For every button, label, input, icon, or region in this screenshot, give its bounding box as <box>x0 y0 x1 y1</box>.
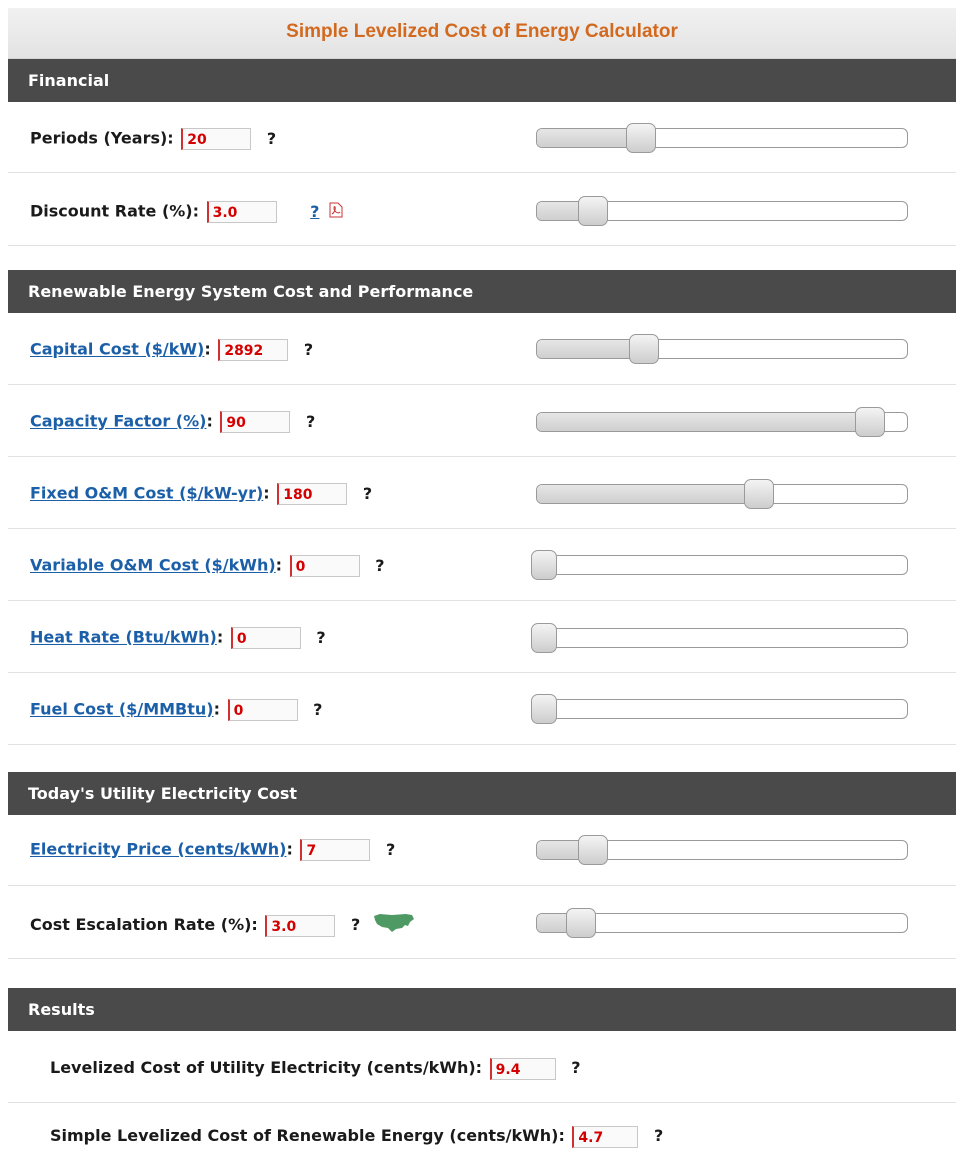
row-fuel-cost: Fuel Cost ($/MMBtu): 0 ? <box>8 673 956 745</box>
fixed-om-colon: : <box>263 483 270 503</box>
capacity-help[interactable]: ? <box>306 412 315 432</box>
section-header-utility: Today's Utility Electricity Cost <box>8 772 956 815</box>
discount-slider[interactable] <box>536 196 908 226</box>
capacity-factor-input[interactable]: 90 <box>220 411 291 433</box>
renewable-lcoe-label: Simple Levelized Cost of Renewable Energ… <box>50 1126 565 1145</box>
slider-handle[interactable] <box>577 196 608 226</box>
variable-om-link[interactable]: Variable O&M Cost ($/kWh) <box>30 556 276 575</box>
section-header-renewable: Renewable Energy System Cost and Perform… <box>8 270 956 313</box>
row-renewable-lcoe: Simple Levelized Cost of Renewable Energ… <box>8 1103 956 1165</box>
electricity-price-slider[interactable] <box>536 835 908 865</box>
variable-om-slider[interactable] <box>531 550 908 580</box>
capacity-factor-link[interactable]: Capacity Factor (%) <box>30 412 206 431</box>
escalation-label: Cost Escalation Rate (%): <box>30 915 258 934</box>
capacity-colon: : <box>206 411 213 431</box>
renewable-lcoe-help[interactable]: ? <box>654 1125 663 1147</box>
slider-handle[interactable] <box>855 407 885 437</box>
discount-input[interactable]: 3.0 <box>206 201 277 223</box>
heat-rate-link[interactable]: Heat Rate (Btu/kWh) <box>30 628 217 647</box>
section-header-financial: Financial <box>8 59 956 102</box>
row-electricity-price: Electricity Price (cents/kWh): 7 ? <box>8 815 956 886</box>
slider-handle[interactable] <box>625 123 656 153</box>
row-discount-rate: Discount Rate (%): 3.0 ? <box>8 173 956 246</box>
capital-cost-slider[interactable] <box>536 334 908 364</box>
renewable-lcoe-value: 4.7 <box>572 1125 639 1148</box>
electricity-price-input[interactable]: 7 <box>300 839 371 861</box>
fixed-om-input[interactable]: 180 <box>277 483 348 505</box>
pdf-icon[interactable] <box>329 202 343 223</box>
fixed-om-slider[interactable] <box>536 479 908 509</box>
slider-handle[interactable] <box>629 334 660 364</box>
fuel-cost-slider[interactable] <box>531 694 908 724</box>
utility-lcoe-label: Levelized Cost of Utility Electricity (c… <box>50 1058 483 1077</box>
row-escalation-rate: Cost Escalation Rate (%): 3.0 ? <box>8 886 956 959</box>
row-utility-lcoe: Levelized Cost of Utility Electricity (c… <box>8 1031 956 1103</box>
fuel-cost-link[interactable]: Fuel Cost ($/MMBtu) <box>30 700 214 719</box>
slider-fill <box>537 413 870 431</box>
variable-om-colon: : <box>275 555 283 575</box>
capital-cost-input[interactable]: 2892 <box>218 339 289 361</box>
slider-handle[interactable] <box>744 479 774 509</box>
escalation-slider[interactable] <box>536 908 908 938</box>
variable-om-input[interactable]: 0 <box>289 555 360 577</box>
slider-handle[interactable] <box>566 908 597 938</box>
capital-help[interactable]: ? <box>304 340 313 360</box>
fuel-cost-input[interactable]: 0 <box>227 699 298 721</box>
slider-fill <box>537 485 759 503</box>
row-capital-cost: Capital Cost ($/kW): 2892 ? <box>8 313 956 385</box>
utility-lcoe-value: 9.4 <box>489 1057 556 1080</box>
row-capacity-factor: Capacity Factor (%): 90 ? <box>8 385 956 457</box>
escalation-help[interactable]: ? <box>351 915 360 935</box>
section-header-results: Results <box>8 988 956 1031</box>
capital-colon: : <box>204 339 211 359</box>
capacity-factor-slider[interactable] <box>536 407 908 437</box>
utility-lcoe-help[interactable]: ? <box>571 1057 580 1079</box>
row-heat-rate: Heat Rate (Btu/kWh): 0 ? <box>8 601 956 673</box>
slider-handle[interactable] <box>577 835 608 865</box>
calculator: Simple Levelized Cost of Energy Calculat… <box>0 0 956 1165</box>
heat-rate-slider[interactable] <box>531 623 908 653</box>
escalation-input[interactable]: 3.0 <box>265 914 336 937</box>
row-variable-om: Variable O&M Cost ($/kWh): 0 ? <box>8 529 956 601</box>
heat-rate-help[interactable]: ? <box>316 628 325 648</box>
electricity-price-colon: : <box>286 839 293 859</box>
periods-input[interactable]: 20 <box>181 128 252 150</box>
discount-label: Discount Rate (%): <box>30 201 200 221</box>
slider-handle[interactable] <box>531 694 557 724</box>
us-map-icon[interactable] <box>372 912 416 939</box>
slider-handle[interactable] <box>531 623 557 653</box>
electricity-price-help[interactable]: ? <box>386 840 395 860</box>
variable-om-help[interactable]: ? <box>375 556 384 576</box>
heat-rate-input[interactable]: 0 <box>230 627 301 649</box>
fuel-cost-colon: : <box>213 699 220 719</box>
periods-help[interactable]: ? <box>267 129 276 149</box>
slider-handle[interactable] <box>531 550 557 580</box>
periods-slider[interactable] <box>536 123 908 153</box>
slider-fill <box>537 340 645 358</box>
fixed-om-link[interactable]: Fixed O&M Cost ($/kW-yr) <box>30 484 263 503</box>
fuel-cost-help[interactable]: ? <box>313 700 322 720</box>
capital-cost-link[interactable]: Capital Cost ($/kW) <box>30 340 204 359</box>
periods-label: Periods (Years): <box>30 128 174 148</box>
fixed-om-help[interactable]: ? <box>363 484 372 504</box>
discount-help-link[interactable]: ? <box>310 202 319 222</box>
calculator-title: Simple Levelized Cost of Energy Calculat… <box>8 8 956 59</box>
row-fixed-om: Fixed O&M Cost ($/kW-yr): 180 ? <box>8 457 956 529</box>
row-periods: Periods (Years): 20 ? <box>8 102 956 173</box>
electricity-price-link[interactable]: Electricity Price (cents/kWh) <box>30 840 286 859</box>
heat-rate-colon: : <box>216 627 224 647</box>
